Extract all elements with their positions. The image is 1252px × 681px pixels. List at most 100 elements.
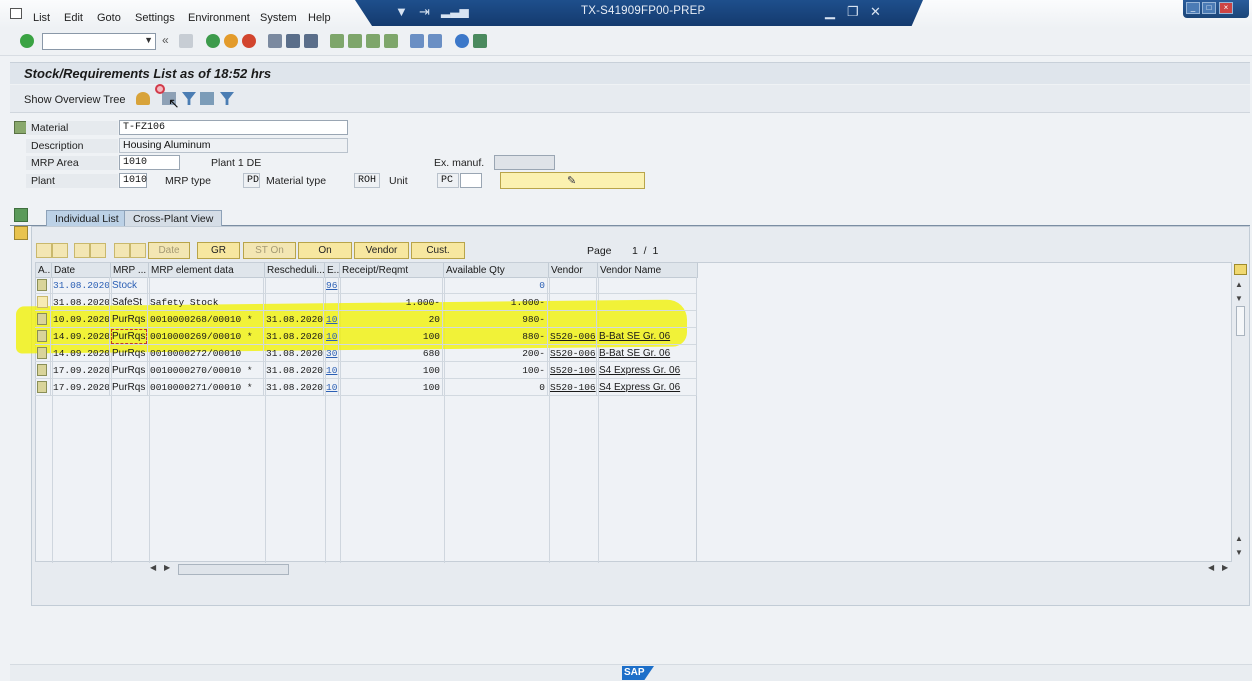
table-row[interactable]: 31.08.2020 Stock 96 0 [35, 277, 697, 294]
show-overview-tree-button[interactable]: Show Overview Tree [24, 94, 125, 106]
table-row[interactable]: 17.09.2020 PurRqs 0010000271/00010 * 31.… [35, 379, 697, 396]
row-vendor-name[interactable] [597, 277, 697, 294]
col-header-rescheduling[interactable]: Rescheduli... [265, 263, 325, 278]
scroll-up-icon[interactable]: ▲ [1235, 280, 1243, 289]
col-header-available-qty[interactable]: Available Qty [444, 263, 549, 278]
row-exception[interactable]: 30 [324, 345, 339, 362]
enter-check-icon[interactable] [20, 34, 34, 48]
scroll-left-icon[interactable]: ◀ [150, 563, 156, 572]
menu-goto[interactable]: Goto [97, 12, 121, 24]
gr-button[interactable]: GR [197, 242, 240, 259]
select-all-icon[interactable] [74, 243, 90, 258]
save-icon[interactable] [179, 34, 193, 48]
scroll-down-icon[interactable]: ▼ [1235, 294, 1243, 303]
folder-icon[interactable] [14, 226, 28, 240]
row-vendor-name[interactable] [597, 294, 697, 311]
layout-menu-icon[interactable] [473, 34, 487, 48]
exit-icon[interactable] [224, 34, 238, 48]
details-magnifier-icon[interactable] [37, 347, 47, 359]
restore-icon[interactable]: ❐ [847, 4, 859, 20]
close-icon[interactable]: ✕ [870, 4, 881, 20]
help-icon[interactable] [455, 34, 469, 48]
vertical-scroll-thumb[interactable] [1236, 306, 1245, 336]
unit-extra-field[interactable] [460, 173, 482, 188]
system-menu-icon[interactable] [10, 8, 22, 19]
window-minimize-icon[interactable]: _ [1186, 2, 1200, 14]
row-vendor[interactable]: S520-006 [548, 328, 597, 345]
new-session-icon[interactable] [410, 34, 424, 48]
col-header-mrp-element-data[interactable]: MRP element data [149, 263, 265, 278]
mrp-area-field[interactable]: 1010 [119, 155, 180, 170]
details-magnifier-icon[interactable] [37, 364, 47, 376]
on-button[interactable]: On [298, 242, 352, 259]
row-vendor[interactable]: S520-006 [548, 345, 597, 362]
find-next-icon[interactable] [304, 34, 318, 48]
menu-edit[interactable]: Edit [64, 12, 83, 24]
row-vendor[interactable] [548, 294, 597, 311]
col-header-exception[interactable]: E.. [325, 263, 340, 278]
row-exception[interactable]: 10 [324, 362, 339, 379]
row-exception[interactable]: 96 [324, 277, 339, 294]
window-close-icon[interactable]: × [1219, 2, 1233, 14]
row-vendor[interactable]: S520-106 [548, 379, 597, 396]
menu-system[interactable]: System [260, 12, 297, 24]
sort-ascending-icon[interactable] [114, 243, 130, 258]
row-exception[interactable]: 10 [324, 328, 339, 345]
table-row[interactable]: 17.09.2020 PurRqs 0010000270/00010 * 31.… [35, 362, 697, 379]
row-vendor[interactable] [548, 311, 597, 328]
dropdown-icon[interactable]: ▼ [395, 4, 408, 19]
col-header-alert[interactable]: A.. [36, 263, 52, 278]
previous-page-icon[interactable] [348, 34, 362, 48]
filter-icon[interactable] [182, 92, 196, 105]
st-on-button[interactable]: ST On [243, 242, 296, 259]
define-filter-icon[interactable] [220, 92, 234, 105]
scroll-down-end-icon[interactable]: ▼ [1235, 548, 1243, 557]
menu-environment[interactable]: Environment [188, 12, 250, 24]
tab-individual-list[interactable]: Individual List [46, 210, 128, 227]
command-field[interactable]: ▼ [42, 33, 156, 50]
table-row[interactable]: 14.09.2020 PurRqs 0010000269/00010 * 31.… [35, 328, 697, 345]
row-vendor-name[interactable]: B-Bat SE Gr. 06 [597, 328, 697, 345]
table-row[interactable]: 14.09.2020 PurRqs 0010000272/00010 31.08… [35, 345, 697, 362]
cust-button[interactable]: Cust. [411, 242, 465, 259]
cancel-icon[interactable] [242, 34, 256, 48]
deselect-all-icon[interactable] [90, 243, 106, 258]
row-exception[interactable] [324, 294, 339, 311]
menu-help[interactable]: Help [308, 12, 331, 24]
print-icon[interactable] [268, 34, 282, 48]
scroll-right-icon[interactable]: ▶ [164, 563, 170, 572]
row-exception[interactable]: 10 [324, 311, 339, 328]
details-magnifier-icon[interactable] [37, 313, 47, 325]
details-magnifier-icon[interactable] [37, 279, 47, 291]
plant-field[interactable]: 1010 [119, 173, 147, 188]
graphic-icon[interactable] [36, 243, 52, 258]
row-vendor-name[interactable]: B-Bat SE Gr. 06 [597, 345, 697, 362]
menu-list[interactable]: List [33, 12, 50, 24]
row-vendor-name[interactable]: S4 Express Gr. 06 [597, 379, 697, 396]
last-page-icon[interactable] [384, 34, 398, 48]
menu-settings[interactable]: Settings [135, 12, 175, 24]
material-master-button[interactable]: ✎ [500, 172, 645, 189]
scroll-up-end-icon[interactable]: ▲ [1235, 534, 1243, 543]
find-icon[interactable] [286, 34, 300, 48]
row-exception[interactable]: 10 [324, 379, 339, 396]
table-row[interactable]: 10.09.2020 PurRqs 0010000268/00010 * 31.… [35, 311, 697, 328]
vertical-scrollbar[interactable]: ▲ ▼ ▲ ▼ [1234, 262, 1246, 562]
window-maximize-icon[interactable]: □ [1202, 2, 1216, 14]
scroll-right-end-icon[interactable]: ▶ [1222, 563, 1228, 572]
back-icon[interactable] [206, 34, 220, 48]
table-row[interactable]: 31.08.2020 SafeSt Safety Stock 1.000- 1.… [35, 294, 697, 311]
sort-descending-icon[interactable] [130, 243, 146, 258]
pin-icon[interactable]: ⇥ [419, 4, 430, 20]
horizontal-scroll-thumb[interactable] [178, 564, 289, 575]
date-button[interactable]: Date [148, 242, 190, 259]
tab-cross-plant-view[interactable]: Cross-Plant View [124, 210, 223, 227]
col-header-vendor-name[interactable]: Vendor Name [598, 263, 698, 278]
details-magnifier-icon[interactable] [37, 381, 47, 393]
row-vendor-name[interactable]: S4 Express Gr. 06 [597, 362, 697, 379]
scroll-left-end-icon[interactable]: ◀ [1208, 563, 1214, 572]
next-page-icon[interactable] [366, 34, 380, 48]
material-field[interactable]: T-FZ106 [119, 120, 348, 135]
user-icon[interactable] [136, 92, 150, 105]
horizontal-scrollbar[interactable]: ◀ ▶ ◀ ▶ [150, 563, 1232, 575]
